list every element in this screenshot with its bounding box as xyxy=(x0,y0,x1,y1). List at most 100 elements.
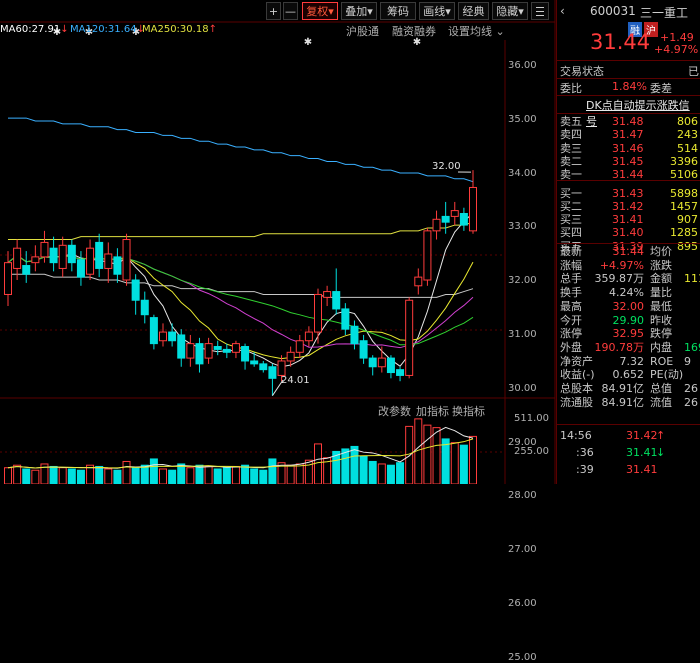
stat-l1: 净资产 xyxy=(560,355,593,369)
back-arrow-icon[interactable]: ‹ xyxy=(560,4,565,18)
stat-v1: 190.78万 xyxy=(592,341,644,355)
stat-l1: 流通股 xyxy=(560,396,593,410)
candle-body xyxy=(296,341,303,353)
volume-bar xyxy=(50,466,57,484)
price-change-pct: +4.97% xyxy=(654,43,698,56)
stat-v1: 84.91亿 xyxy=(592,382,644,396)
stat-l1: 总股本 xyxy=(560,382,593,396)
volume-bar xyxy=(351,446,358,484)
draw-line-button[interactable]: 画线▾ xyxy=(419,2,455,20)
hide-button[interactable]: 隐藏▾ xyxy=(492,2,528,20)
event-marker: ✱ xyxy=(304,37,312,48)
volume-bar xyxy=(96,466,103,484)
tab-add-indicator[interactable]: 加指标 xyxy=(416,403,449,419)
candle-body xyxy=(50,248,57,262)
stat-v2: 111 xyxy=(684,272,700,286)
overlay-button[interactable]: 叠加▾ xyxy=(341,2,377,20)
stat-l2: PE(动) xyxy=(650,368,683,382)
stock-name: 三一重工 xyxy=(640,4,688,21)
buy-price[interactable]: 31.41 xyxy=(612,213,644,227)
price-axis-label: 30.00 xyxy=(508,383,548,394)
candle-body xyxy=(415,277,422,286)
tab-set-ma[interactable]: 设置均线 ⌄ xyxy=(448,23,505,39)
price-axis-label: 29.00 xyxy=(508,437,548,448)
tick-time: 14:56 xyxy=(560,429,592,443)
candle-body xyxy=(105,254,112,268)
tick-price: 31.41 xyxy=(626,463,658,477)
stat-v1: 31.44 xyxy=(592,245,644,259)
candle-body xyxy=(451,211,458,217)
sell-price[interactable]: 31.46 xyxy=(612,142,644,156)
menu-icon[interactable] xyxy=(531,2,549,20)
sell-label: 卖二 xyxy=(560,155,582,169)
buy-price[interactable]: 31.43 xyxy=(612,187,644,201)
classic-button[interactable]: 经典 xyxy=(458,2,489,20)
sell-price[interactable]: 31.47 xyxy=(612,128,644,142)
tick-dir: ↓ xyxy=(656,446,665,460)
ma-line-ma250 xyxy=(8,222,473,239)
candle-body xyxy=(150,318,157,344)
ma-line-ma120 xyxy=(8,118,473,182)
volume-bar xyxy=(433,428,440,484)
sell-vol: 514 xyxy=(660,142,698,156)
zoom-out-button[interactable]: — xyxy=(283,2,298,20)
volume-bar xyxy=(23,469,30,484)
candle-body xyxy=(387,358,394,372)
volume-bar xyxy=(378,464,385,484)
restore-rights-button[interactable]: 复权▾ xyxy=(302,2,338,20)
zoom-in-button[interactable]: + xyxy=(266,2,281,20)
stat-l2: ROE xyxy=(650,355,673,369)
ma250-legend: MA250:30.18↑ xyxy=(142,24,217,35)
tab-margin[interactable]: 融资融券 xyxy=(392,23,436,39)
volume-bar xyxy=(315,444,322,484)
stat-l2: 量比 xyxy=(650,286,672,300)
volume-axis-top: 511.00 xyxy=(514,413,549,424)
buy-price[interactable]: 31.42 xyxy=(612,200,644,214)
candle-body xyxy=(205,344,212,358)
ma-line-short xyxy=(8,213,473,367)
volume-bar xyxy=(5,468,12,484)
tab-change-params[interactable]: 改参数 xyxy=(378,403,411,419)
stat-v1: 29.90 xyxy=(592,314,644,328)
stat-v2: 26 xyxy=(684,396,698,410)
candle-body xyxy=(87,248,94,274)
buy-price[interactable]: 31.40 xyxy=(612,226,644,240)
candle-body xyxy=(169,332,176,341)
stat-v2: 9 xyxy=(684,355,691,369)
volume-bar xyxy=(342,449,349,484)
stat-l2: 涨跌 xyxy=(650,259,672,273)
chips-button[interactable]: 筹码 xyxy=(380,2,416,20)
volume-bar xyxy=(451,443,458,484)
volume-bar xyxy=(32,470,39,484)
buy-label: 买四 xyxy=(560,226,582,240)
tab-hugutong[interactable]: 沪股通 xyxy=(346,23,379,39)
volume-bar xyxy=(360,456,367,484)
stat-v1: +4.97% xyxy=(592,259,644,273)
stat-v1: 7.32 xyxy=(592,355,644,369)
candle-body xyxy=(460,214,467,226)
candle-body xyxy=(324,292,331,298)
sell-price[interactable]: 31.48 xyxy=(612,115,644,129)
trade-status-label: 交易状态 xyxy=(560,63,604,79)
stat-l1: 最高 xyxy=(560,300,582,314)
candle-body xyxy=(41,242,48,256)
tick-time: :36 xyxy=(576,446,594,460)
candle-body xyxy=(32,257,39,263)
candle-body xyxy=(378,358,385,367)
stat-v2: 26 xyxy=(684,382,698,396)
tick-time: :39 xyxy=(576,463,594,477)
sell-price[interactable]: 31.45 xyxy=(612,155,644,169)
tab-switch-indicator[interactable]: 换指标 xyxy=(452,403,485,419)
buy-vol: 1285 xyxy=(660,226,698,240)
candle-body xyxy=(278,361,285,375)
candle-body xyxy=(315,294,322,332)
candle-body xyxy=(442,216,449,222)
volume-bar xyxy=(387,465,394,484)
tick-price: 31.41 xyxy=(626,446,658,460)
price-axis-label: 28.00 xyxy=(508,490,548,501)
volume-bar xyxy=(105,469,112,484)
price-axis-label: 35.00 xyxy=(508,114,548,125)
candle-body xyxy=(14,248,21,268)
buy-label: 买三 xyxy=(560,213,582,227)
candle-body xyxy=(178,335,185,358)
